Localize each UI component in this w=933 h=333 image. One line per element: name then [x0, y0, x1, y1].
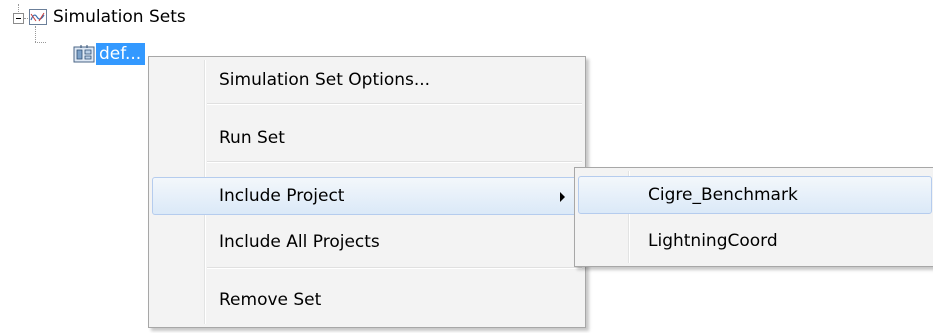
tree-item-simulation-sets[interactable]: Simulation Sets	[53, 6, 186, 28]
tree-line	[35, 42, 46, 43]
menu-separator	[207, 267, 582, 269]
menu-item-label: Run Set	[219, 128, 285, 148]
menu-item-run-set[interactable]: Run Set	[152, 119, 582, 157]
simulation-sets-icon	[29, 9, 47, 25]
menu-item-include-project[interactable]: Include Project	[152, 177, 582, 215]
context-menu: Simulation Set Options... Run Set Includ…	[148, 56, 586, 328]
menu-item-label: LightningCoord	[648, 231, 778, 251]
menu-item-include-all-projects[interactable]: Include All Projects	[152, 223, 582, 261]
menu-item-label: Simulation Set Options...	[219, 70, 431, 90]
menu-separator	[207, 103, 582, 105]
simulation-set-icon	[73, 45, 95, 63]
submenu-arrow-icon	[560, 192, 565, 202]
menu-item-remove-set[interactable]: Remove Set	[152, 281, 582, 319]
menu-item-label: Cigre_Benchmark	[648, 185, 798, 205]
tree-line	[24, 18, 28, 19]
tree-line	[35, 26, 36, 42]
submenu-item-cigre-benchmark[interactable]: Cigre_Benchmark	[578, 176, 932, 214]
menu-item-label: Include Project	[219, 186, 345, 206]
menu-item-simulation-set-options[interactable]: Simulation Set Options...	[152, 61, 582, 99]
collapse-toggle-icon[interactable]	[13, 13, 24, 24]
include-project-submenu: Cigre_Benchmark LightningCoord	[574, 167, 933, 267]
tree-item-selected-set[interactable]: def...	[96, 43, 146, 65]
menu-separator	[207, 161, 582, 163]
menu-item-label: Remove Set	[219, 290, 322, 310]
submenu-item-lightningcoord[interactable]: LightningCoord	[578, 222, 932, 260]
tree-line	[18, 4, 19, 12]
menu-item-label: Include All Projects	[219, 232, 380, 252]
